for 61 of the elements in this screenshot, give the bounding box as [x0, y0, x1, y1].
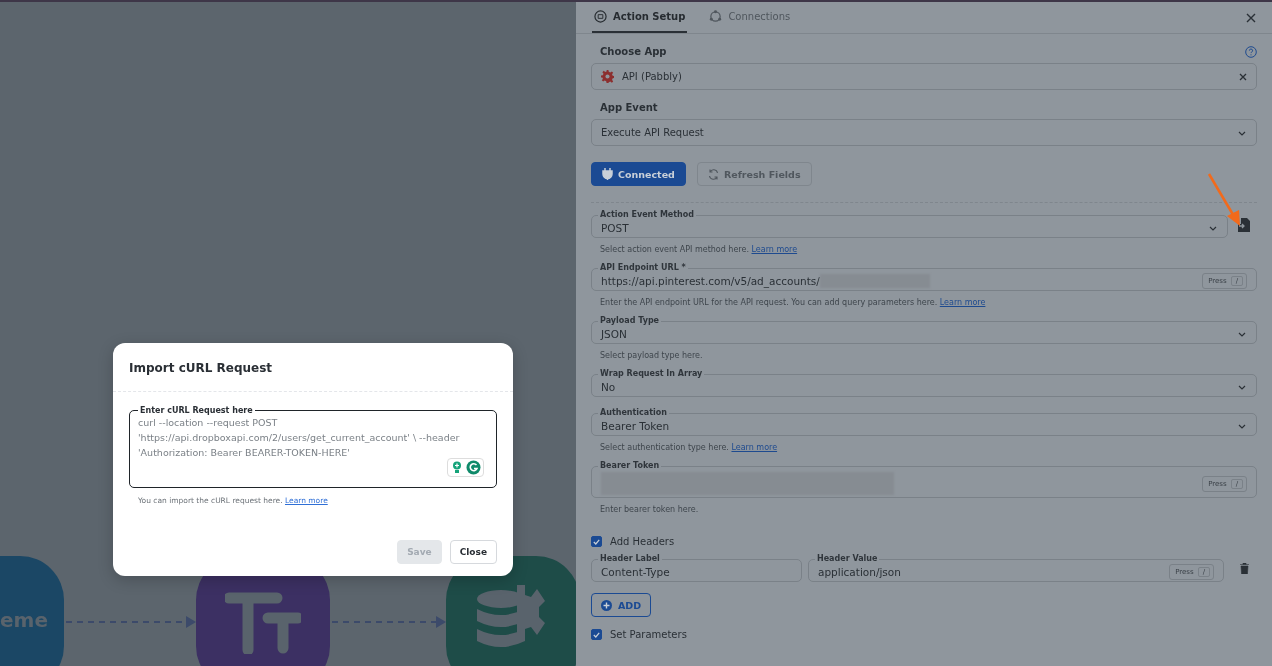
help-text: Select action event API method here. Learn more — [599, 244, 799, 256]
close-button[interactable]: Close — [449, 540, 497, 564]
tab[interactable]: Action Setup — [592, 2, 688, 33]
close-icon[interactable] — [1246, 13, 1256, 23]
import-icon[interactable] — [1238, 217, 1250, 232]
field-label: Wrap Request In Array — [599, 370, 704, 378]
trash-icon[interactable] — [1240, 563, 1249, 574]
field-label: Authentication — [599, 409, 668, 417]
dialog-title: Import cURL Request — [113, 343, 513, 392]
field-value: application/json — [818, 566, 902, 578]
learn-more-link[interactable]: Learn more — [731, 443, 778, 452]
field-label: Header Value — [816, 555, 879, 563]
add-button[interactable]: ADD — [591, 593, 652, 617]
gear-icon — [601, 70, 614, 83]
field-value: Bearer Token — [601, 420, 670, 432]
field-label: Payload Type — [599, 317, 661, 325]
field-label: API Endpoint URL * — [599, 264, 687, 272]
plus-icon — [601, 599, 612, 611]
field-value: No — [601, 381, 616, 393]
workflow-node[interactable] — [446, 556, 576, 666]
field-label: Choose App — [599, 46, 668, 57]
select-field[interactable]: Action Event Method POST — [591, 211, 1228, 238]
text-format-icon — [225, 592, 301, 654]
field-value: https://api.pinterest.com/v5/ad_accounts/ — [601, 275, 820, 287]
field-value: API (Pabbly) — [622, 71, 683, 82]
input-field[interactable]: Header Label Content-Type — [591, 555, 802, 582]
select-field[interactable]: Authentication Bearer Token — [591, 409, 1257, 436]
help-text: Enter the API endpoint URL for the API request. You can add query parameters here. Learn more — [599, 297, 987, 309]
field-label: Enter cURL Request here — [139, 406, 254, 415]
checkbox-label: Add Headers — [610, 536, 675, 547]
refresh-icon — [707, 168, 719, 180]
learn-more-link[interactable]: Learn more — [939, 298, 986, 307]
plug-icon — [602, 168, 613, 180]
writing-assistant-icon[interactable] — [447, 458, 484, 477]
settings-icon — [594, 9, 607, 23]
field-label: App Event — [599, 102, 659, 113]
checkbox[interactable] — [591, 536, 602, 547]
checkbox[interactable] — [591, 629, 602, 640]
field-value: Content-Type — [601, 566, 671, 578]
field-value: JSON — [601, 328, 627, 340]
select-field[interactable]: Payload Type JSON — [591, 317, 1257, 344]
learn-more-link[interactable]: Learn more — [751, 245, 798, 254]
help-text: Select payload type here. — [599, 350, 704, 362]
clear-icon[interactable] — [1239, 72, 1247, 81]
connected-button[interactable]: Connected — [591, 162, 686, 186]
curl-input-field[interactable]: Enter cURL Request here curl --location --request POST 'https://api.dropboxapi.com/2/users/get_current_account' \ --header 'Authorization: Bearer BEARER-TOKEN-HERE' — [129, 406, 497, 488]
field-value: Execute API Request — [601, 127, 705, 138]
network-icon — [709, 9, 723, 23]
help-text: Enter bearer token here. — [599, 504, 700, 516]
select-field[interactable]: Wrap Request In Array No — [591, 370, 1257, 397]
app-select-field[interactable]: API (Pabbly) — [591, 63, 1257, 90]
select-field[interactable]: Execute API Request — [591, 119, 1257, 146]
help-icon[interactable] — [1245, 45, 1257, 58]
field-label: Bearer Token — [599, 462, 661, 470]
tab[interactable]: Connections — [707, 2, 793, 33]
help-text: Select authentication type here. Learn more — [599, 442, 779, 454]
node-label: eme — [0, 608, 48, 632]
checkbox-label: Set Parameters — [610, 629, 687, 640]
field-value: POST — [601, 222, 629, 234]
field-label: Action Event Method — [599, 211, 695, 219]
field-label: Header Label — [599, 555, 661, 563]
